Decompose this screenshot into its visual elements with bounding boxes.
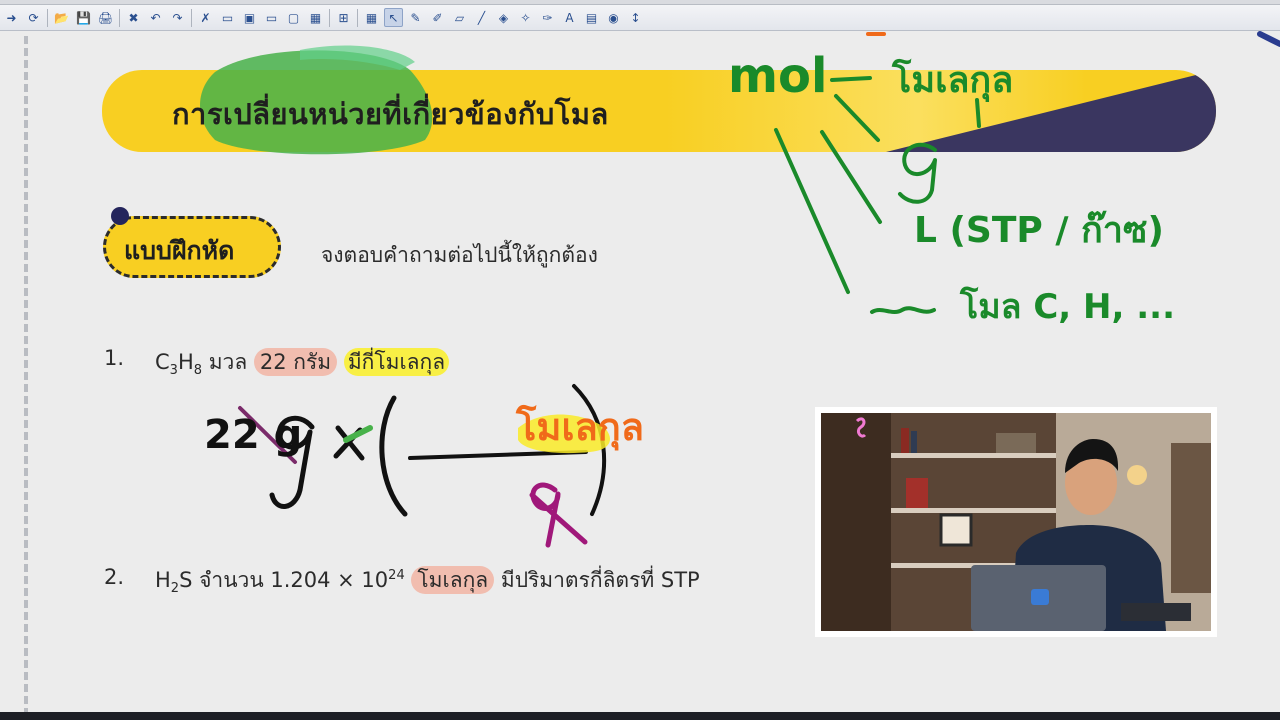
magic-pen-icon[interactable]: ◈	[494, 8, 513, 27]
redo-icon[interactable]: ↶	[146, 8, 165, 27]
color-picker-icon[interactable]: ✧	[516, 8, 535, 27]
text-icon[interactable]: ✑	[538, 8, 557, 27]
q1-mid: มวล	[202, 350, 254, 374]
q2-exp: 24	[388, 568, 405, 583]
q2-sub: 2	[170, 581, 180, 597]
q1-ask: มีกี่โมเลกุล	[343, 348, 450, 376]
grid-icon[interactable]: ⊞	[334, 8, 353, 27]
screen-capture-icon[interactable]: ▦	[306, 8, 325, 27]
laptop-logo	[1031, 589, 1049, 605]
pointer-icon[interactable]: ▦	[362, 8, 381, 27]
question-2-number: 2.	[104, 565, 125, 589]
question-1-number: 1.	[104, 346, 125, 370]
q1-formula-h: H	[177, 350, 194, 374]
q2-formula-s: S	[179, 568, 193, 592]
q2-unit: โมเลกุล	[411, 566, 495, 594]
new-icon[interactable]: ➜	[2, 8, 21, 27]
screen-icon[interactable]: ▣	[240, 8, 259, 27]
toolbar-separator	[357, 8, 358, 27]
practice-label: แบบฝึกหัด	[124, 236, 235, 265]
question-2-text: H2S จำนวน 1.204 × 1024 โมเลกุล มีปริมาตร…	[155, 564, 700, 597]
board-icon[interactable]: ▢	[284, 8, 303, 27]
bookshelf-left	[821, 413, 891, 631]
webcam-overlay[interactable]	[815, 407, 1217, 637]
picture-frame	[939, 513, 973, 547]
toolbar-separator	[191, 8, 192, 27]
shelf-board-2	[891, 508, 1056, 513]
shelf-board-1	[891, 453, 1056, 458]
fill-icon[interactable]: ╱	[472, 8, 491, 27]
zoom-icon[interactable]: ▤	[582, 8, 601, 27]
save-icon[interactable]: 📂	[52, 8, 71, 27]
highlighter-icon[interactable]: ✎	[406, 8, 425, 27]
banner-dark-corner	[886, 70, 1216, 152]
move-icon[interactable]: ◉	[604, 8, 623, 27]
toolbar: ➜ ⟳ 📂 💾 🖨 ✖ ↶ ↷ ✗ ▭ ▣ ▭ ▢ ▦ ⊞ ▦ ↖ ✎ ✐ ▱ ╱ ◈ ✧ ✑ A ▤ ◉ ↕	[0, 5, 1280, 31]
lamp	[1127, 465, 1147, 485]
q1-mass: 22 กรัม	[253, 348, 338, 376]
q2-formula-h: H	[155, 568, 171, 592]
settings-icon[interactable]: ↕	[626, 8, 645, 27]
monitor-icon[interactable]: ✗	[196, 8, 215, 27]
eraser-icon[interactable]: ✐	[428, 8, 447, 27]
q1-sub-1: 3	[169, 363, 178, 379]
book-2	[911, 431, 917, 453]
close-doc-icon[interactable]: 🖨	[96, 8, 115, 27]
image-icon[interactable]: A	[560, 8, 579, 27]
open-icon[interactable]: ⟳	[24, 8, 43, 27]
slide-title: การเปลี่ยนหน่วยที่เกี่ยวข้องกับโมล	[172, 97, 609, 131]
undo-icon[interactable]: ✖	[124, 8, 143, 27]
present-icon[interactable]: ▭	[218, 8, 237, 27]
taskbar-strip	[0, 712, 1280, 720]
shelf-right	[1171, 443, 1211, 593]
instruction-text: จงตอบคำถามต่อไปนี้ให้ถูกต้อง	[321, 243, 598, 267]
toolbar-separator	[47, 8, 48, 27]
print-icon[interactable]: 💾	[74, 8, 93, 27]
webcam-scene	[821, 413, 1211, 631]
book-1	[901, 428, 909, 453]
book-4	[906, 478, 928, 508]
pen-icon[interactable]: ↖	[384, 8, 403, 27]
line-icon[interactable]: ▱	[450, 8, 469, 27]
q1-sub-2: 8	[193, 363, 203, 379]
toolbar-separator	[329, 8, 330, 27]
toolbar-separator	[119, 8, 120, 27]
book-3	[996, 433, 1036, 453]
q2-mid: จำนวน 1.204 × 10	[192, 568, 389, 592]
webcam-video	[821, 413, 1211, 631]
delete-icon[interactable]: ↷	[168, 8, 187, 27]
tablet	[1121, 603, 1191, 621]
margin-guide	[24, 36, 28, 716]
practice-bullet	[111, 207, 129, 225]
q2-ask: มีปริมาตรกี่ลิตรที่ STP	[494, 568, 700, 592]
display-icon[interactable]: ▭	[262, 8, 281, 27]
question-1-text: C3H8 มวล 22 กรัม มีกี่โมเลกุล	[155, 346, 450, 379]
q1-formula-c: C	[155, 350, 170, 374]
